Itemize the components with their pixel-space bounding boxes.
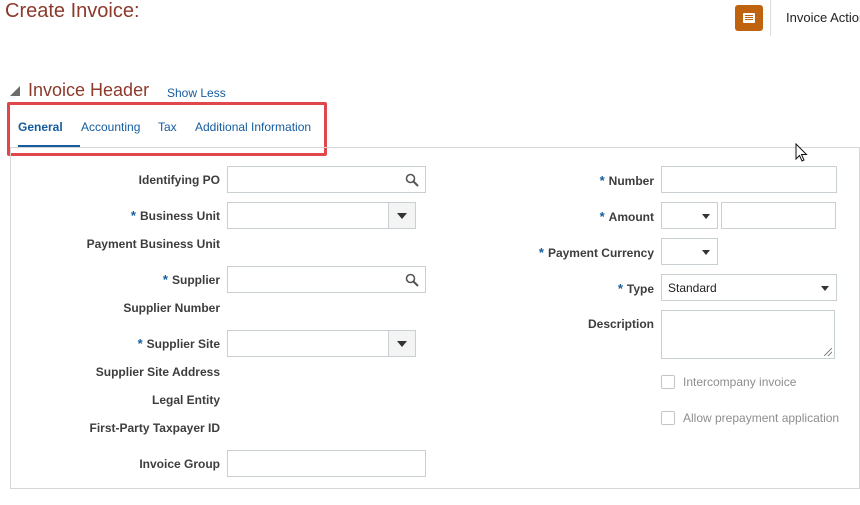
number-input[interactable] [661,166,837,193]
payment-currency-label: * Payment Currency [538,245,654,260]
show-less-link[interactable]: Show Less [167,86,226,100]
payment-business-unit-label: Payment Business Unit [86,237,220,251]
legal-entity-label: Legal Entity [151,393,220,407]
page-title: Create Invoice: [5,0,140,22]
mouse-cursor-icon [795,143,808,162]
intercompany-invoice-label: Intercompany invoice [683,375,797,389]
resize-grip-icon[interactable] [824,348,832,356]
identifying-po-input[interactable] [227,166,426,193]
intercompany-invoice-checkbox[interactable] [661,375,675,389]
section-title: Invoice Header [28,80,150,100]
supplier-number-label: Supplier Number [123,301,220,315]
invoice-actions-button[interactable] [735,5,763,31]
divider [770,0,771,36]
tab-general[interactable]: General [18,120,63,134]
type-select[interactable]: Standard [661,274,837,301]
description-label: Description [587,317,654,331]
supplier-site-address-label: Supplier Site Address [95,365,220,379]
supplier-site-select[interactable] [227,330,416,357]
type-selected-value: Standard [668,281,717,295]
required-indicator: * [538,245,544,260]
required-indicator: * [599,209,605,224]
identifying-po-label: Identifying PO [138,173,220,187]
tab-accounting[interactable]: Accounting [81,120,140,134]
invoice-group-input[interactable] [227,450,426,477]
chevron-down-icon [702,250,710,255]
search-icon[interactable] [405,273,419,287]
business-unit-label: * Business Unit [130,208,220,223]
collapse-triangle-icon[interactable] [10,86,20,96]
chevron-down-icon[interactable] [388,331,415,356]
required-indicator: * [162,272,168,287]
payment-currency-select[interactable] [661,238,718,265]
allow-prepayment-application-label: Allow prepayment application [683,411,840,425]
supplier-input[interactable] [227,266,426,293]
description-textarea[interactable] [661,310,835,359]
first-party-taxpayer-id-label: First-Party Taxpayer ID [89,421,221,435]
required-indicator: * [130,208,136,223]
number-label: * Number [599,173,654,188]
business-unit-select[interactable] [227,202,416,229]
required-indicator: * [599,173,605,188]
search-icon[interactable] [405,173,419,187]
chevron-down-icon[interactable] [388,203,415,228]
amount-label: * Amount [599,209,654,224]
document-icon [743,13,755,23]
type-label: * Type [617,281,654,296]
invoice-actions-menu[interactable]: Invoice Actions [786,10,860,25]
tab-additional-information[interactable]: Additional Information [195,120,311,134]
required-indicator: * [137,336,143,351]
chevron-down-icon [702,214,710,219]
amount-currency-select[interactable] [661,202,718,229]
invoice-group-label: Invoice Group [139,457,220,471]
amount-input[interactable] [721,202,836,229]
required-indicator: * [617,281,623,296]
supplier-label: * Supplier [162,272,220,287]
chevron-down-icon [821,286,829,291]
tab-tax[interactable]: Tax [158,120,177,134]
allow-prepayment-application-checkbox[interactable] [661,411,675,425]
supplier-site-label: * Supplier Site [137,336,220,351]
